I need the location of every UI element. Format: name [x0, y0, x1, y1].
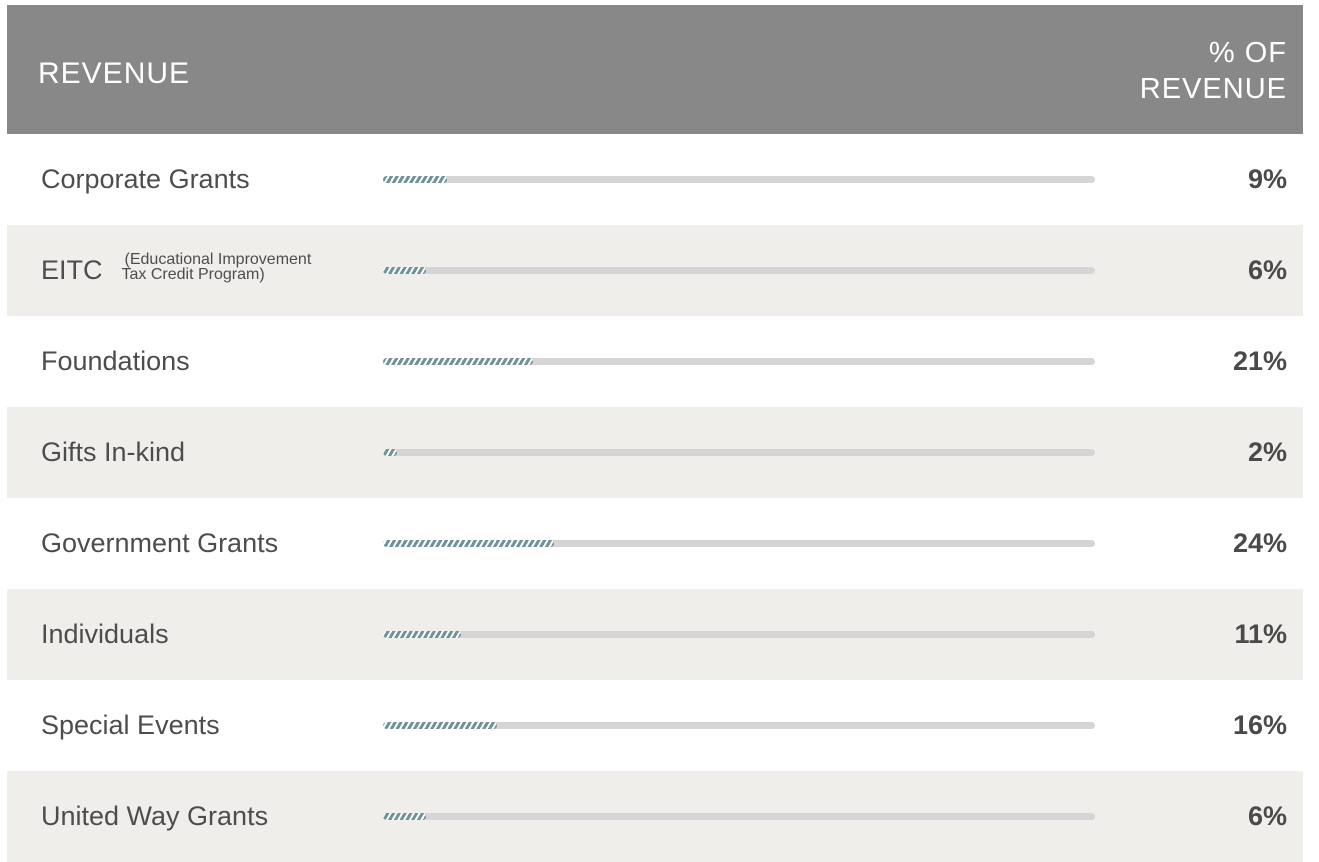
- row-percent: 16%: [1232, 710, 1287, 740]
- header-percent-line1: % OF: [1208, 37, 1287, 69]
- header-percent-label: % OF REVENUE: [1140, 35, 1287, 107]
- bar-fill: [383, 267, 426, 274]
- row-label: Government Grants: [41, 528, 279, 558]
- row-label: Gifts In-kind: [41, 437, 186, 467]
- bar-fill: [383, 540, 554, 547]
- table-row: Foundations 21%: [7, 316, 1303, 407]
- row-sublabel-line2: Tax Credit Program): [121, 265, 265, 283]
- row-sublabel-line1: (Educational Improvement: [124, 250, 312, 268]
- row-percent: 11%: [1234, 619, 1287, 649]
- bar-fill: [383, 176, 448, 183]
- table-header: REVENUE % OF REVENUE: [7, 5, 1303, 134]
- row-percent: 24%: [1232, 528, 1287, 558]
- table-row: Special Events 16%: [7, 680, 1303, 771]
- bar-track: [383, 631, 1095, 638]
- table-row: Government Grants 24%: [7, 498, 1303, 589]
- table-row: Individuals 11%: [7, 589, 1303, 680]
- row-label: Corporate Grants: [41, 164, 250, 194]
- table-row: Gifts In-kind 2%: [7, 407, 1303, 498]
- header-revenue-label: REVENUE: [38, 57, 191, 90]
- row-label: Foundations: [41, 346, 190, 376]
- row-percent: 6%: [1247, 255, 1287, 285]
- bar-fill: [383, 722, 497, 729]
- bar-fill: [383, 358, 533, 365]
- row-percent: 9%: [1247, 164, 1287, 194]
- row-label: Special Events: [41, 710, 220, 740]
- bar-fill: [383, 449, 398, 456]
- row-percent: 2%: [1247, 437, 1287, 467]
- row-label: Individuals: [41, 619, 169, 649]
- bar-fill: [383, 631, 462, 638]
- row-percent: 6%: [1247, 801, 1287, 831]
- row-label-group: EITC (Educational Improvement Tax Credit…: [41, 225, 311, 316]
- row-label: EITC: [41, 255, 103, 285]
- header-percent-line2: REVENUE: [1139, 73, 1287, 105]
- row-label: United Way Grants: [41, 801, 269, 831]
- row-sublabel: (Educational Improvement Tax Credit Prog…: [121, 250, 312, 283]
- bar-track: [383, 540, 1095, 547]
- bar-track: [383, 722, 1095, 729]
- bar-track: [383, 358, 1095, 365]
- table-row: EITC (Educational Improvement Tax Credit…: [7, 225, 1303, 316]
- table-row: United Way Grants 6%: [7, 771, 1303, 862]
- bar-track: [383, 449, 1095, 456]
- row-percent: 21%: [1232, 346, 1287, 376]
- bar-fill: [383, 813, 426, 820]
- table-row: Corporate Grants 9%: [7, 134, 1303, 225]
- bar-track: [383, 176, 1095, 183]
- revenue-table: REVENUE % OF REVENUE Corporate Grants 9%…: [7, 5, 1303, 862]
- bar-track: [383, 267, 1095, 274]
- bar-track: [383, 813, 1095, 820]
